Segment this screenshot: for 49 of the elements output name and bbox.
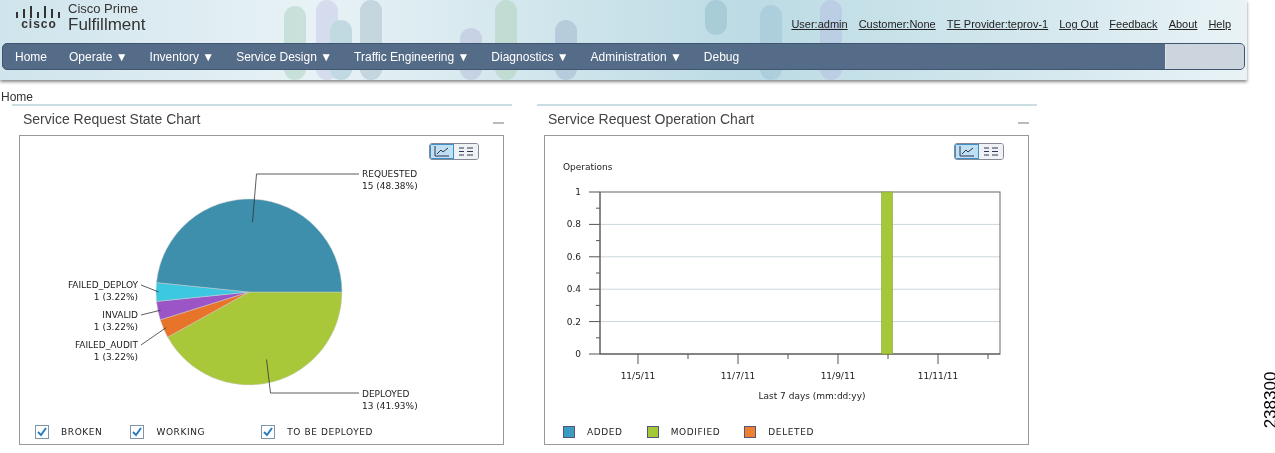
header-link[interactable]: About xyxy=(1168,18,1198,30)
axis-title: Last 7 days (mm:dd:yy) xyxy=(758,391,866,401)
legend-label: ADDED xyxy=(587,427,623,437)
slice-value: 1 (3.22%) xyxy=(93,292,138,302)
slice-value: 1 (3.22%) xyxy=(93,322,138,332)
header-link[interactable]: Customer:None xyxy=(858,18,936,30)
y-tick-label: 0.8 xyxy=(566,219,581,230)
menu-item[interactable]: Service Design ▼ xyxy=(236,49,355,64)
menu-item[interactable]: Debug xyxy=(703,49,762,64)
slice-value: 13 (41.93%) xyxy=(362,401,418,411)
product-line: Cisco Prime xyxy=(68,2,140,16)
panel-title: Service Request State Chart xyxy=(23,111,201,127)
x-tick-label: 11/9/11 xyxy=(820,371,856,381)
header-link[interactable]: Help xyxy=(1208,18,1231,30)
slice-label: FAILED_AUDIT xyxy=(74,340,138,350)
y-tick-label: 0.4 xyxy=(566,284,581,295)
header-link[interactable]: Log Out xyxy=(1059,18,1099,30)
checkbox-label: WORKING xyxy=(156,427,206,437)
slice-label: INVALID xyxy=(102,310,138,320)
menu-item[interactable]: Inventory ▼ xyxy=(149,49,237,64)
menu-item[interactable]: Administration ▼ xyxy=(590,49,704,64)
axis-title: Operations xyxy=(563,162,613,172)
menu-item[interactable]: Operate ▼ xyxy=(69,49,150,64)
header-link[interactable]: Feedback xyxy=(1109,18,1158,30)
slice-label: REQUESTED xyxy=(362,169,418,179)
y-tick-label: 0.2 xyxy=(566,316,581,327)
header-link[interactable]: TE Provider:teprov-1 xyxy=(946,18,1049,30)
legend-label: MODIFIED xyxy=(670,427,721,437)
menu-item[interactable]: Diagnostics ▼ xyxy=(491,49,591,64)
brand-logo-text: cisco xyxy=(21,18,57,30)
slice-label: FAILED_DEPLOY xyxy=(67,280,138,290)
menu-item[interactable]: Home xyxy=(15,49,69,64)
slice-label: DEPLOYED xyxy=(362,389,410,399)
breadcrumb: Home xyxy=(0,89,34,104)
slice-value: 1 (3.22%) xyxy=(93,352,138,362)
y-tick-label: 0.6 xyxy=(566,251,581,262)
x-tick-label: 11/11/11 xyxy=(917,371,959,381)
x-tick-label: 11/5/11 xyxy=(620,371,656,381)
header-link[interactable]: User:admin xyxy=(791,18,848,30)
y-tick-label: 0 xyxy=(575,349,581,359)
menu-item[interactable]: Traffic Engineering ▼ xyxy=(354,49,492,64)
panel-title: Service Request Operation Chart xyxy=(548,111,755,127)
checkbox-label: BROKEN xyxy=(61,427,103,437)
slice-value: 15 (48.38%) xyxy=(362,181,418,191)
product-name: Fulfillment xyxy=(68,16,146,34)
checkbox-label: TO BE DEPLOYED xyxy=(287,427,374,437)
x-tick-label: 11/7/11 xyxy=(720,371,756,381)
legend-label: DELETED xyxy=(768,427,814,437)
y-tick-label: 1 xyxy=(575,187,581,197)
